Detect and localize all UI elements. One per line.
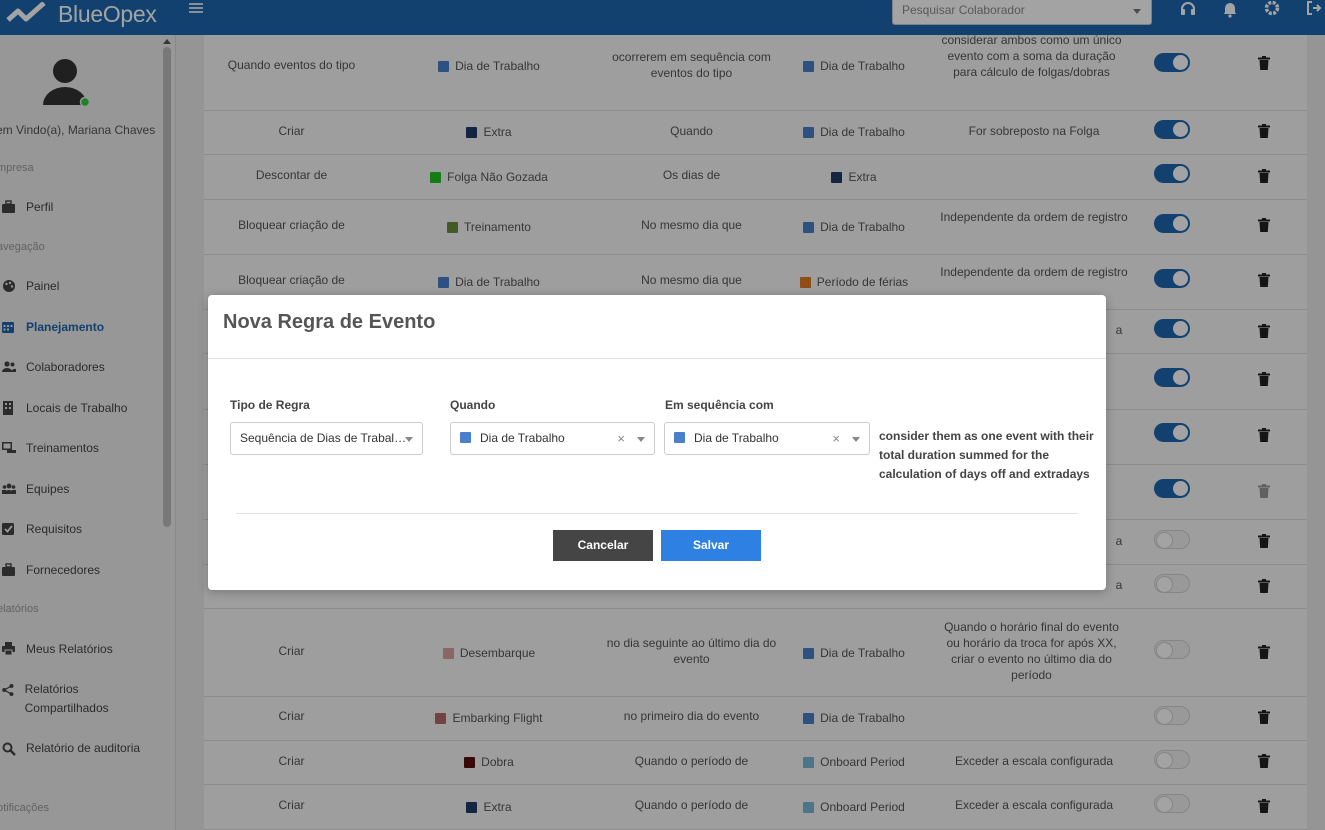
when-select[interactable]: Dia de Trabalho × (450, 422, 655, 455)
rule-description: consider them as one event with their to… (879, 429, 1094, 481)
when-value: Dia de Trabalho (480, 431, 565, 445)
divider (236, 513, 1078, 514)
new-event-rule-modal: Nova Regra de Evento Tipo de Regra Sequê… (208, 295, 1106, 590)
sequence-select[interactable]: Dia de Trabalho × (664, 422, 870, 455)
sequence-label: Em sequência com (665, 398, 774, 412)
chevron-down-icon (405, 437, 413, 442)
chevron-down-icon (852, 437, 860, 442)
color-swatch (460, 432, 471, 444)
save-button[interactable]: Salvar (661, 530, 761, 561)
clear-icon[interactable]: × (617, 423, 625, 454)
rule-type-label: Tipo de Regra (230, 398, 310, 412)
cancel-button[interactable]: Cancelar (553, 530, 653, 561)
rule-type-value: Sequência de Dias de Trabal… (240, 431, 407, 445)
rule-type-select[interactable]: Sequência de Dias de Trabal… (230, 422, 423, 455)
sequence-value: Dia de Trabalho (694, 431, 779, 445)
clear-icon[interactable]: × (832, 423, 840, 454)
color-swatch (674, 432, 685, 444)
chevron-down-icon (637, 437, 645, 442)
when-label: Quando (450, 398, 496, 412)
modal-title: Nova Regra de Evento (223, 311, 436, 333)
divider (208, 358, 1106, 359)
